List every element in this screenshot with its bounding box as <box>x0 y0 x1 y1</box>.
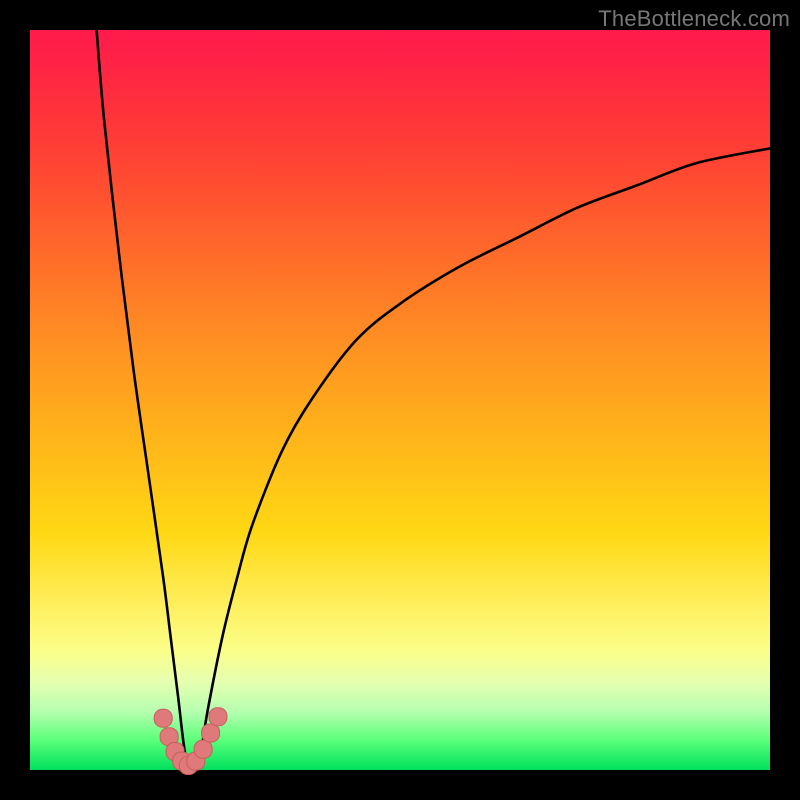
bottleneck-curve <box>97 30 770 770</box>
outer-frame: TheBottleneck.com <box>0 0 800 800</box>
curve-marker <box>154 709 172 727</box>
curve-marker <box>209 708 227 726</box>
watermark-text: TheBottleneck.com <box>598 6 790 32</box>
curve-marker <box>194 740 212 758</box>
chart-svg <box>30 30 770 770</box>
curve-marker <box>202 724 220 742</box>
plot-area <box>30 30 770 770</box>
curve-markers <box>154 708 227 775</box>
